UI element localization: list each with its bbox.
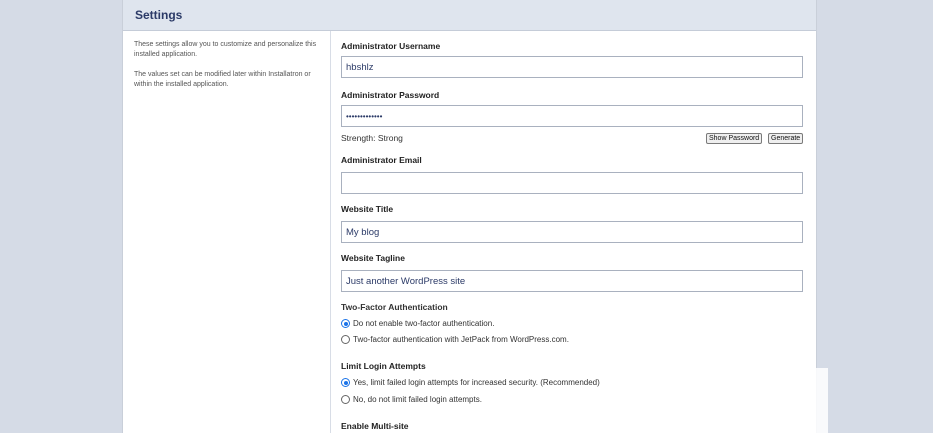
- radio-button[interactable]: [341, 395, 350, 404]
- radio-button[interactable]: [341, 378, 350, 387]
- description-text: These settings allow you to customize an…: [134, 41, 317, 58]
- admin-email-label: Administrator Email: [341, 155, 422, 165]
- page-title: Settings: [135, 8, 183, 22]
- limit-login-option-yes[interactable]: Yes, limit failed login attempts for inc…: [341, 378, 600, 387]
- website-title-label: Website Title: [341, 204, 394, 214]
- settings-body: These settings allow you to customize an…: [123, 31, 816, 433]
- radio-button[interactable]: [341, 335, 350, 344]
- radio-label: Yes, limit failed login attempts for inc…: [353, 378, 600, 387]
- website-title-input[interactable]: [341, 221, 803, 243]
- description-text: The values set can be modified later wit…: [134, 71, 311, 88]
- two-factor-option-jetpack[interactable]: Two-factor authentication with JetPack f…: [341, 335, 569, 344]
- radio-label: Do not enable two-factor authentication.: [353, 319, 495, 328]
- multisite-label: Enable Multi-site: [341, 421, 409, 431]
- settings-header: Settings: [123, 0, 816, 31]
- website-tagline-input[interactable]: [341, 270, 803, 292]
- radio-label: Two-factor authentication with JetPack f…: [353, 335, 569, 344]
- admin-password-input[interactable]: [341, 105, 803, 127]
- limit-login-option-no[interactable]: No, do not limit failed login attempts.: [341, 395, 482, 404]
- admin-username-label: Administrator Username: [341, 41, 441, 51]
- white-overlay: [728, 368, 828, 433]
- password-strength: Strength: Strong: [341, 133, 403, 143]
- two-factor-label: Two-Factor Authentication: [341, 302, 448, 312]
- generate-password-button[interactable]: Generate: [768, 133, 804, 144]
- settings-panel: Settings These settings allow you to cus…: [122, 0, 817, 433]
- admin-email-input[interactable]: [341, 172, 803, 194]
- admin-password-label: Administrator Password: [341, 90, 440, 100]
- website-tagline-label: Website Tagline: [341, 253, 405, 263]
- show-password-button[interactable]: Show Password: [706, 133, 763, 144]
- radio-button[interactable]: [341, 319, 350, 328]
- radio-label: No, do not limit failed login attempts.: [353, 395, 482, 404]
- two-factor-option-disable[interactable]: Do not enable two-factor authentication.: [341, 319, 494, 328]
- settings-description: These settings allow you to customize an…: [123, 31, 331, 433]
- admin-username-input[interactable]: [341, 56, 803, 78]
- limit-login-label: Limit Login Attempts: [341, 361, 426, 371]
